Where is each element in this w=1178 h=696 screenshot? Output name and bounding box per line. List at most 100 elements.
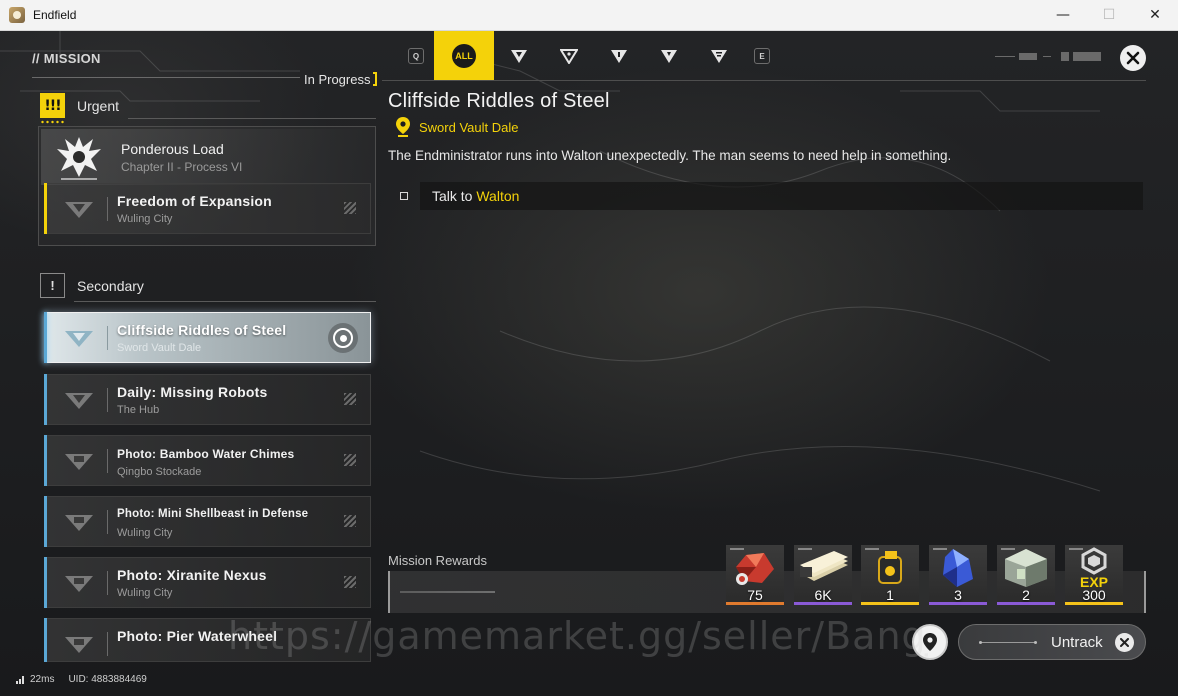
urgent-section-header: !!! Urgent (40, 93, 120, 124)
mission-description: The Endministrator runs into Walton unex… (388, 148, 952, 163)
map-pin-icon (923, 633, 937, 651)
quest-location: Wuling City (117, 587, 173, 599)
reward-exp[interactable]: EXP 300 (1065, 545, 1123, 605)
quest-track-marker-icon (344, 393, 356, 405)
untrack-decoration (979, 641, 1037, 644)
untrack-button[interactable]: Untrack (958, 624, 1146, 660)
quest-card-photo-pier-waterwheel[interactable]: Photo: Pier Waterwheel (44, 618, 371, 662)
reward-battery[interactable]: 1 (861, 545, 919, 605)
main-mission-icon (511, 50, 527, 63)
cash-bundle-icon (800, 551, 848, 581)
uid-value: UID: 4883884469 (68, 674, 147, 685)
quest-card-cliffside-riddles-of-steel[interactable]: Cliffside Riddles of Steel Sword Vault D… (44, 312, 371, 363)
mission-filter-tabs: Q ALL E (400, 31, 770, 81)
window-titlebar: Endfield — ☐ ✕ (0, 0, 1178, 31)
reward-rarity-bar (997, 602, 1055, 605)
tab-side[interactable] (544, 31, 594, 81)
tab-event[interactable] (594, 31, 644, 81)
quest-track-marker-icon (344, 202, 356, 214)
quest-card-photo-bamboo-water-chimes[interactable]: Photo: Bamboo Water Chimes Qingbo Stocka… (44, 435, 371, 486)
reward-rarity-bar (1065, 602, 1123, 605)
window-close-button[interactable]: ✕ (1132, 0, 1178, 30)
objective-checkbox (400, 192, 408, 200)
chapter-card[interactable]: Ponderous Load Chapter II - Process VI (41, 129, 373, 185)
reward-blue-crystal[interactable]: 3 (929, 545, 987, 605)
quest-separator (107, 326, 108, 350)
reward-rarity-bar (726, 602, 784, 605)
quest-accent-bar (44, 435, 47, 486)
prev-tab-key[interactable]: Q (408, 48, 424, 64)
quest-track-marker-icon (344, 515, 356, 527)
minimize-button[interactable]: — (1040, 0, 1086, 30)
secondary-label: Secondary (77, 277, 144, 294)
event-mission-icon (611, 50, 627, 63)
quest-title: Freedom of Expansion (117, 193, 272, 209)
reward-supply-crate[interactable]: 2 (997, 545, 1055, 605)
mission-detail-location: Sword Vault Dale (396, 117, 518, 137)
quest-type-icon (65, 515, 93, 531)
rewards-decoration (400, 591, 495, 593)
app-icon (9, 7, 25, 23)
untrack-close-icon (1115, 633, 1134, 652)
game-viewport: // MISSION In Progress !!! Urgent Ponder… (0, 31, 1178, 696)
close-menu-button[interactable] (1120, 45, 1146, 71)
close-icon (1126, 51, 1140, 65)
urgent-label: Urgent (77, 97, 120, 114)
quest-accent-bar (44, 496, 47, 547)
quest-separator (107, 632, 108, 656)
objective-text: Talk to Walton (432, 188, 519, 204)
quest-type-icon (65, 393, 93, 409)
quest-separator (107, 449, 108, 473)
quest-title: Photo: Pier Waterwheel (117, 628, 278, 644)
red-crystal-icon (736, 553, 774, 585)
quest-title: Photo: Bamboo Water Chimes (117, 447, 295, 461)
quest-type-icon (65, 637, 93, 653)
tab-daily[interactable] (644, 31, 694, 81)
maximize-button[interactable]: ☐ (1086, 0, 1132, 30)
tab-main[interactable] (494, 31, 544, 81)
urgent-dots (40, 120, 65, 124)
secondary-divider (74, 301, 376, 302)
quest-accent-bar (44, 557, 47, 608)
chapter-emblem-icon (57, 137, 101, 180)
quest-title: Daily: Missing Robots (117, 384, 268, 400)
hud-decoration (995, 52, 1101, 61)
tab-divider (382, 80, 1146, 81)
tab-other[interactable] (694, 31, 744, 81)
quest-card-daily-missing-robots[interactable]: Daily: Missing Robots The Hub (44, 374, 371, 425)
untrack-label: Untrack (1051, 634, 1103, 651)
window-title: Endfield (33, 8, 77, 22)
status-footer: 22ms UID: 4883884469 (16, 674, 147, 685)
other-mission-icon (711, 50, 727, 63)
ping-value: 22ms (30, 674, 55, 685)
tab-all[interactable]: ALL (434, 31, 494, 81)
tracking-target-icon[interactable] (328, 323, 358, 353)
quest-type-icon (65, 331, 93, 347)
location-name: Sword Vault Dale (419, 119, 519, 135)
signal-icon (16, 675, 24, 684)
reward-red-crystal[interactable]: 75 (726, 545, 784, 605)
quest-location: Wuling City (117, 527, 173, 539)
next-tab-key[interactable]: E (754, 48, 770, 64)
header-divider (32, 77, 300, 78)
navigate-button[interactable] (912, 624, 948, 660)
quest-card-photo-xiranite-nexus[interactable]: Photo: Xiranite Nexus Wuling City (44, 557, 371, 608)
objective-row: Talk to Walton (420, 182, 1143, 210)
quest-separator (107, 197, 108, 221)
quest-accent-bar (44, 183, 47, 234)
reward-cash-bundle[interactable]: 6K (794, 545, 852, 605)
quest-card-freedom-of-expansion[interactable]: Freedom of Expansion Wuling City (44, 183, 371, 234)
quest-card-photo-mini-shellbeast[interactable]: Photo: Mini Shellbeast in Defense Wuling… (44, 496, 371, 547)
quest-location: Sword Vault Dale (117, 342, 202, 354)
in-progress-label[interactable]: In Progress (304, 72, 370, 87)
quest-accent-bar (44, 312, 47, 363)
urgent-divider (128, 118, 376, 119)
objective-prefix: Talk to (432, 188, 477, 204)
side-mission-icon (560, 49, 578, 64)
quest-track-marker-icon (344, 454, 356, 466)
reward-rarity-bar (794, 602, 852, 605)
mission-rewards-label: Mission Rewards (388, 553, 487, 568)
secondary-icon: ! (40, 273, 65, 298)
quest-track-marker-icon (344, 576, 356, 588)
quest-location: Wuling City (117, 213, 173, 225)
